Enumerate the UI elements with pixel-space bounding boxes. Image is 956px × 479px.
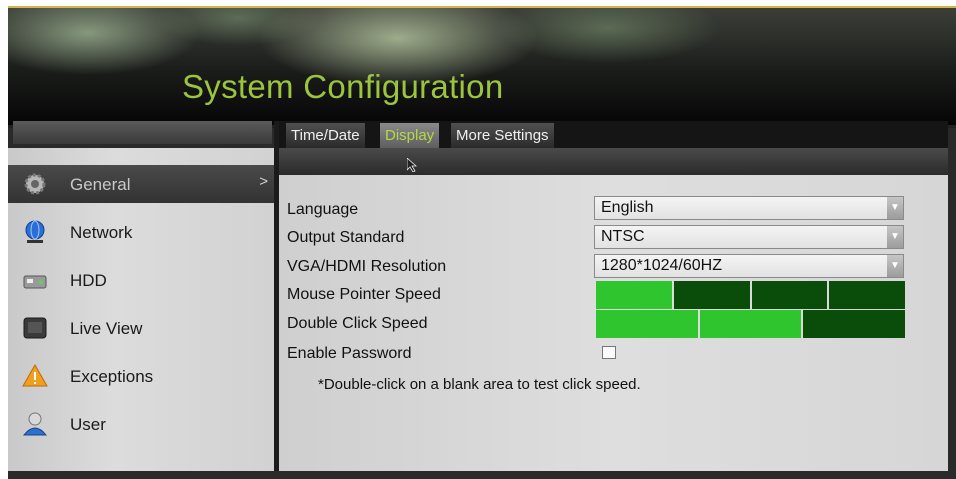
output-standard-value: NTSC bbox=[601, 228, 645, 245]
speed-segment[interactable] bbox=[829, 281, 905, 309]
chevron-down-icon[interactable]: ▼ bbox=[887, 197, 903, 219]
output-standard-select[interactable]: NTSC ▼ bbox=[594, 225, 904, 249]
language-value: English bbox=[601, 199, 654, 216]
mouse-cursor-icon bbox=[407, 158, 417, 172]
mouse-speed-slider[interactable] bbox=[596, 281, 905, 309]
sidebar-item-label: General bbox=[70, 175, 131, 194]
enable-password-checkbox[interactable] bbox=[602, 346, 616, 359]
sidebar-item-user[interactable]: User bbox=[8, 405, 274, 443]
hint-text: *Double-click on a blank area to test cl… bbox=[318, 376, 641, 393]
language-label: Language bbox=[287, 201, 359, 218]
sidebar-item-exceptions[interactable]: Exceptions bbox=[8, 357, 274, 395]
enable-password-label: Enable Password bbox=[287, 345, 412, 362]
tab-display[interactable]: Display bbox=[380, 123, 440, 148]
chevron-down-icon[interactable]: ▼ bbox=[887, 255, 903, 277]
language-select[interactable]: English ▼ bbox=[594, 196, 904, 220]
chevron-right-icon: > bbox=[259, 173, 268, 190]
gear-icon bbox=[24, 173, 46, 195]
sidebar-item-label: Network bbox=[70, 223, 133, 242]
sidebar-item-hdd[interactable]: HDD bbox=[8, 261, 274, 299]
monitor-icon bbox=[23, 317, 47, 339]
banner: System Configuration bbox=[8, 8, 956, 125]
sidebar-header bbox=[13, 121, 272, 144]
user-icon bbox=[22, 412, 48, 436]
sidebar-item-live-view[interactable]: Live View bbox=[8, 309, 274, 347]
tab-subheader bbox=[279, 148, 948, 175]
sidebar-item-label: Live View bbox=[70, 319, 143, 338]
sidebar: General > Network HDD Live View Exceptio… bbox=[8, 148, 274, 471]
chevron-down-icon[interactable]: ▼ bbox=[887, 226, 903, 248]
sidebar-item-label: User bbox=[70, 415, 106, 434]
mouse-speed-label: Mouse Pointer Speed bbox=[287, 286, 441, 303]
sidebar-item-label: HDD bbox=[70, 271, 107, 290]
double-click-label: Double Click Speed bbox=[287, 315, 428, 332]
resolution-label: VGA/HDMI Resolution bbox=[287, 258, 447, 275]
window-title: System Configuration bbox=[182, 68, 504, 105]
speed-segment[interactable] bbox=[803, 310, 906, 338]
speed-segment[interactable] bbox=[596, 281, 672, 309]
warning-icon bbox=[22, 363, 48, 387]
tab-time-date[interactable]: Time/Date bbox=[286, 123, 365, 148]
output-standard-label: Output Standard bbox=[287, 229, 405, 246]
network-globe-icon bbox=[25, 220, 45, 243]
resolution-select[interactable]: 1280*1024/60HZ ▼ bbox=[594, 254, 904, 278]
double-click-speed-slider[interactable] bbox=[596, 310, 906, 338]
hard-disk-icon bbox=[23, 275, 47, 289]
sidebar-item-label: Exceptions bbox=[70, 367, 154, 386]
speed-segment[interactable] bbox=[699, 310, 802, 338]
speed-segment[interactable] bbox=[596, 310, 698, 338]
sidebar-item-network[interactable]: Network bbox=[8, 213, 274, 251]
speed-segment[interactable] bbox=[673, 281, 750, 309]
speed-segment[interactable] bbox=[751, 281, 828, 309]
sidebar-item-general[interactable]: General > bbox=[8, 165, 274, 203]
resolution-value: 1280*1024/60HZ bbox=[601, 257, 722, 274]
tab-more-settings[interactable]: More Settings bbox=[451, 123, 554, 148]
